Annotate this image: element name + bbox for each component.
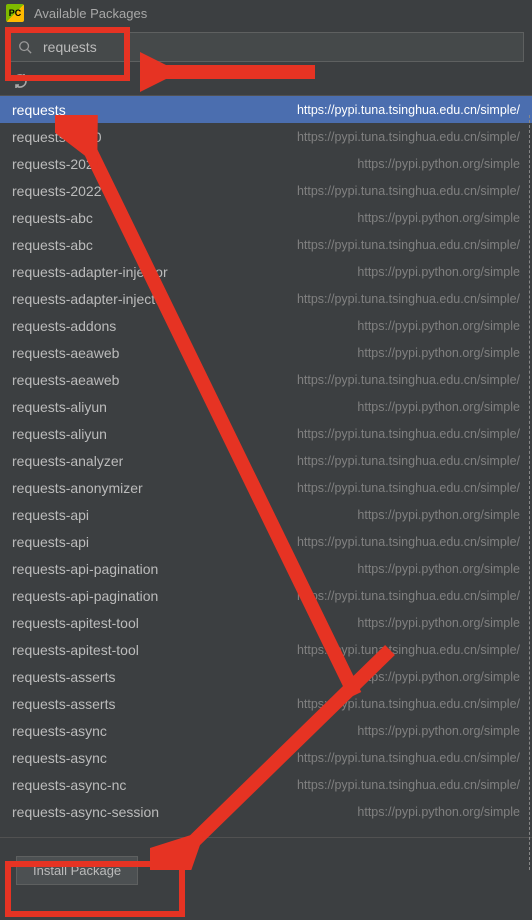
- package-source: https://pypi.python.org/simple: [357, 319, 520, 333]
- package-source: https://pypi.python.org/simple: [357, 211, 520, 225]
- package-name: requests-api-pagination: [12, 588, 158, 604]
- package-row[interactable]: requests-async-nc https://pypi.tuna.tsing…: [0, 771, 532, 798]
- package-name: requests-async: [12, 723, 107, 739]
- package-row[interactable]: requests-api-pagination https://pypi.tuna…: [0, 582, 532, 609]
- package-name: requests-async-nc: [12, 777, 126, 793]
- package-source: https://pypi.tuna.tsinghua.edu.cn/simple…: [297, 778, 520, 792]
- package-row[interactable]: requests-api https://pypi.tuna.tsinghua.e…: [0, 528, 532, 555]
- package-name: requests-apitest-tool: [12, 642, 139, 658]
- package-row[interactable]: requests-abc https://pypi.tuna.tsinghua.e…: [0, 231, 532, 258]
- package-list[interactable]: requests https://pypi.tuna.tsinghua.edu.c…: [0, 96, 532, 838]
- window-title: Available Packages: [34, 6, 147, 21]
- package-name: requests-api: [12, 534, 89, 550]
- package-source: https://pypi.tuna.tsinghua.edu.cn/simple…: [297, 535, 520, 549]
- package-row[interactable]: requests-2022 https://pypi.tuna.tsinghua.…: [0, 177, 532, 204]
- search-wrapper: [8, 32, 524, 62]
- package-name: requests-api: [12, 507, 89, 523]
- package-source: https://pypi.tuna.tsinghua.edu.cn/simple…: [297, 481, 520, 495]
- package-source: https://pypi.python.org/simple: [357, 346, 520, 360]
- package-source: https://pypi.tuna.tsinghua.edu.cn/simple…: [297, 130, 520, 144]
- package-source: https://pypi.python.org/simple: [357, 265, 520, 279]
- package-name: requests-abc: [12, 210, 93, 226]
- package-source: https://pypi.tuna.tsinghua.edu.cn/simple…: [297, 427, 520, 441]
- package-name: requests-api-pagination: [12, 561, 158, 577]
- package-source: https://pypi.python.org/simple: [357, 562, 520, 576]
- package-row[interactable]: requests-analyzer https://pypi.tuna.tsing…: [0, 447, 532, 474]
- package-name: requests-2022: [12, 183, 102, 199]
- package-name: requests-asserts: [12, 696, 115, 712]
- package-row[interactable]: requests-aeaweb https://pypi.python.org/s…: [0, 339, 532, 366]
- package-row[interactable]: requests-aliyun https://pypi.tuna.tsinghu…: [0, 420, 532, 447]
- package-name: requests: [12, 102, 66, 118]
- package-name: requests-apitest-tool: [12, 615, 139, 631]
- package-name: requests-analyzer: [12, 453, 123, 469]
- package-row[interactable]: requests-adapter-injector https://pypi.py…: [0, 258, 532, 285]
- package-name: requests-aliyun: [12, 426, 107, 442]
- package-name: requests-addons: [12, 318, 116, 334]
- package-row[interactable]: requests-anonymizer https://pypi.tuna.tsi…: [0, 474, 532, 501]
- package-name: requests-adapter-injector: [12, 291, 168, 307]
- bottom-bar: Install Package: [0, 838, 532, 902]
- package-row[interactable]: requests-2022 https://pypi.python.org/sim…: [0, 150, 532, 177]
- package-source: https://pypi.python.org/simple: [357, 157, 520, 171]
- package-source: https://pypi.tuna.tsinghua.edu.cn/simple…: [297, 589, 520, 603]
- package-source: https://pypi.python.org/simple: [357, 724, 520, 738]
- package-row[interactable]: requests-async-session https://pypi.pytho…: [0, 798, 532, 825]
- package-source: https://pypi.python.org/simple: [357, 670, 520, 684]
- package-source: https://pypi.python.org/simple: [357, 616, 520, 630]
- search-input[interactable]: [8, 32, 524, 62]
- package-source: https://pypi.tuna.tsinghua.edu.cn/simple…: [297, 454, 520, 468]
- toolbar: [0, 66, 532, 96]
- package-name: requests-aliyun: [12, 399, 107, 415]
- package-row[interactable]: requests-2020 https://pypi.tuna.tsinghua.…: [0, 123, 532, 150]
- package-row[interactable]: requests-api https://pypi.python.org/simp…: [0, 501, 532, 528]
- package-row[interactable]: requests-async https://pypi.python.org/si…: [0, 717, 532, 744]
- package-source: https://pypi.tuna.tsinghua.edu.cn/simple…: [297, 103, 520, 117]
- package-name: requests-2020: [12, 129, 102, 145]
- package-source: https://pypi.python.org/simple: [357, 400, 520, 414]
- package-source: https://pypi.tuna.tsinghua.edu.cn/simple…: [297, 184, 520, 198]
- app-icon: PC: [6, 4, 24, 22]
- package-name: requests-adapter-injector: [12, 264, 168, 280]
- package-row[interactable]: requests-async https://pypi.tuna.tsinghua…: [0, 744, 532, 771]
- package-row[interactable]: requests-adapter-injector https://pypi.tu…: [0, 285, 532, 312]
- package-name: requests-asserts: [12, 669, 115, 685]
- package-name: requests-anonymizer: [12, 480, 143, 496]
- package-source: https://pypi.tuna.tsinghua.edu.cn/simple…: [297, 238, 520, 252]
- package-name: requests-async: [12, 750, 107, 766]
- package-row[interactable]: requests-asserts https://pypi.python.org/…: [0, 663, 532, 690]
- refresh-icon[interactable]: [12, 73, 28, 89]
- package-source: https://pypi.tuna.tsinghua.edu.cn/simple…: [297, 373, 520, 387]
- package-source: https://pypi.python.org/simple: [357, 508, 520, 522]
- package-source: https://pypi.tuna.tsinghua.edu.cn/simple…: [297, 751, 520, 765]
- package-source: https://pypi.tuna.tsinghua.edu.cn/simple…: [297, 292, 520, 306]
- package-row[interactable]: requests-abc https://pypi.python.org/simp…: [0, 204, 532, 231]
- package-source: https://pypi.tuna.tsinghua.edu.cn/simple…: [297, 643, 520, 657]
- package-source: https://pypi.tuna.tsinghua.edu.cn/simple…: [297, 697, 520, 711]
- package-name: requests-aeaweb: [12, 345, 119, 361]
- package-row[interactable]: requests-api-pagination https://pypi.pyth…: [0, 555, 532, 582]
- package-name: requests-abc: [12, 237, 93, 253]
- titlebar: PC Available Packages: [0, 0, 532, 26]
- package-row[interactable]: requests-aeaweb https://pypi.tuna.tsinghu…: [0, 366, 532, 393]
- package-name: requests-aeaweb: [12, 372, 119, 388]
- package-name: requests-async-session: [12, 804, 159, 820]
- package-row[interactable]: requests https://pypi.tuna.tsinghua.edu.c…: [0, 96, 532, 123]
- package-row[interactable]: requests-apitest-tool https://pypi.tuna.t…: [0, 636, 532, 663]
- package-row[interactable]: requests-asserts https://pypi.tuna.tsingh…: [0, 690, 532, 717]
- install-package-button[interactable]: Install Package: [16, 856, 138, 885]
- package-source: https://pypi.python.org/simple: [357, 805, 520, 819]
- package-row[interactable]: requests-apitest-tool https://pypi.python…: [0, 609, 532, 636]
- package-row[interactable]: requests-addons https://pypi.python.org/s…: [0, 312, 532, 339]
- package-row[interactable]: requests-aliyun https://pypi.python.org/s…: [0, 393, 532, 420]
- package-name: requests-2022: [12, 156, 102, 172]
